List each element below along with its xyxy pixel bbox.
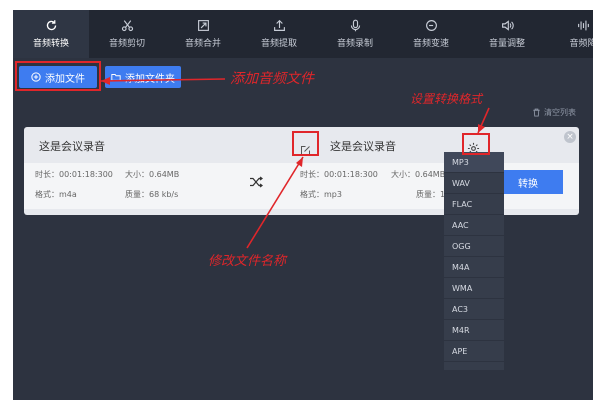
edit-icon bbox=[301, 146, 310, 155]
scissors-icon bbox=[121, 20, 133, 32]
source-duration: 时长：00:01:18:300 bbox=[35, 170, 113, 179]
target-format: 格式：mp3 bbox=[300, 190, 342, 199]
source-size: 大小：0.64MB bbox=[125, 170, 180, 179]
tab-label: 音频录制 bbox=[336, 39, 373, 49]
format-option[interactable]: M4A bbox=[444, 257, 504, 278]
target-file-name: 这是会议录音 bbox=[330, 140, 396, 153]
waveform-icon bbox=[577, 20, 589, 31]
format-option[interactable]: AC3 bbox=[444, 299, 504, 320]
tab-label: 音量调整 bbox=[488, 39, 525, 49]
tab-label: 音频剪切 bbox=[108, 39, 145, 49]
clear-list-label: 清空列表 bbox=[544, 108, 576, 117]
volume-icon bbox=[501, 20, 514, 31]
add-folder-button[interactable]: 添加文件夹 bbox=[105, 66, 181, 88]
clear-list-button[interactable]: 清空列表 bbox=[532, 107, 576, 118]
add-file-label: 添加文件 bbox=[45, 73, 85, 85]
target-duration: 时长：00:01:18:300 bbox=[300, 170, 378, 179]
speed-icon bbox=[425, 20, 437, 31]
microphone-icon bbox=[350, 19, 360, 32]
format-option[interactable]: AAC bbox=[444, 215, 504, 236]
format-option[interactable]: OGG bbox=[444, 236, 504, 257]
format-option[interactable]: FLAC bbox=[444, 194, 504, 215]
format-option[interactable]: WMA bbox=[444, 278, 504, 299]
merge-icon bbox=[197, 20, 209, 31]
remove-item-button[interactable]: × bbox=[564, 131, 576, 143]
shuffle-icon bbox=[250, 176, 263, 188]
tab-volume-adjust[interactable]: 音量调整 bbox=[469, 10, 545, 58]
tab-audio-convert[interactable]: 音频转换 bbox=[13, 10, 89, 58]
target-size: 大小：0.64MB bbox=[391, 170, 446, 179]
top-nav: 音频转换 音频剪切 音频合并 音频提取 音频录制 音频变速 音量调整 音频降 bbox=[13, 10, 593, 58]
tab-label: 音频转换 bbox=[32, 39, 69, 49]
tab-audio-extract[interactable]: 音频提取 bbox=[241, 10, 317, 58]
annotation-set-format: 设置转换格式 bbox=[410, 92, 483, 106]
folder-icon bbox=[111, 74, 121, 81]
convert-label: 转换 bbox=[518, 178, 538, 190]
add-file-button[interactable]: 添加文件 bbox=[19, 66, 97, 88]
format-dropdown: MP3 WAV FLAC AAC OGG M4A WMA AC3 M4R APE bbox=[444, 152, 504, 370]
refresh-icon bbox=[46, 20, 56, 31]
tab-audio-merge[interactable]: 音频合并 bbox=[165, 10, 241, 58]
add-folder-label: 添加文件夹 bbox=[125, 73, 175, 85]
source-format: 格式：m4a bbox=[35, 190, 77, 199]
format-option[interactable]: MP3 bbox=[444, 152, 504, 173]
format-option[interactable]: M4R bbox=[444, 320, 504, 341]
source-file-name: 这是会议录音 bbox=[39, 140, 105, 153]
format-option[interactable]: APE bbox=[444, 341, 504, 362]
tab-audio-denoise[interactable]: 音频降 bbox=[545, 10, 593, 58]
rename-button[interactable] bbox=[300, 141, 311, 155]
tab-audio-record[interactable]: 音频录制 bbox=[317, 10, 393, 58]
annotation-rename: 修改文件名称 bbox=[208, 254, 287, 269]
source-quality: 质量：68 kb/s bbox=[125, 190, 179, 199]
plus-circle-icon bbox=[31, 72, 41, 82]
tab-audio-speed[interactable]: 音频变速 bbox=[393, 10, 469, 58]
annotation-add-audio: 添加音频文件 bbox=[230, 71, 314, 87]
tab-label: 音频合并 bbox=[184, 39, 221, 49]
trash-icon bbox=[533, 108, 540, 117]
tab-audio-cut[interactable]: 音频剪切 bbox=[89, 10, 165, 58]
upload-icon bbox=[273, 19, 285, 31]
tab-label: 音频降 bbox=[569, 39, 593, 49]
tab-label: 音频变速 bbox=[412, 39, 449, 49]
tab-label: 音频提取 bbox=[260, 39, 297, 49]
format-option[interactable]: WAV bbox=[444, 173, 504, 194]
